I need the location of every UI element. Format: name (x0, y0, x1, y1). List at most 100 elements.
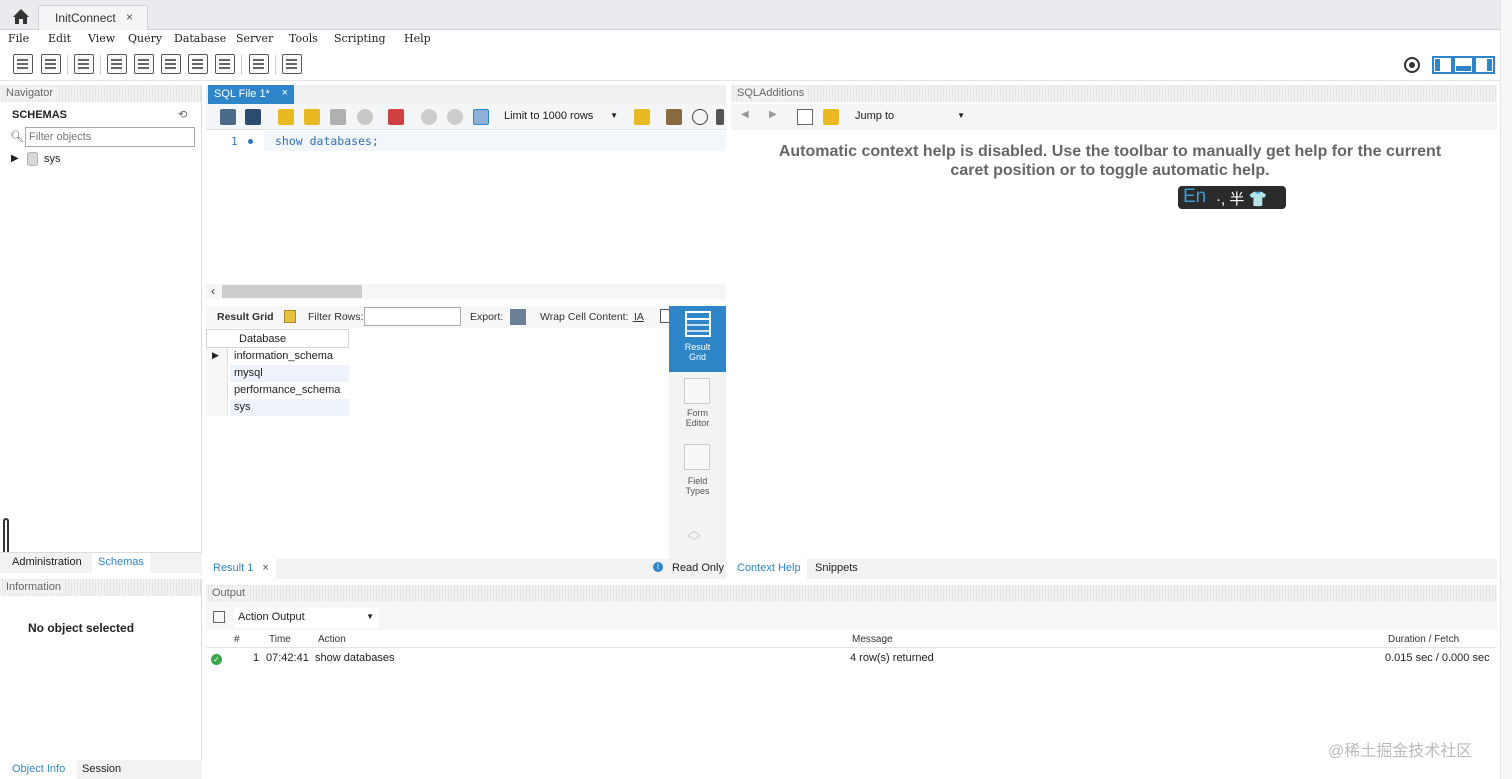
close-icon[interactable]: × (262, 562, 268, 574)
sql-editor[interactable]: 1 show databases; (206, 130, 726, 285)
table-row[interactable]: ▶ information_schema (206, 348, 349, 365)
menu-scripting[interactable]: Scripting (334, 32, 386, 45)
form-editor-button[interactable]: Form Editor (669, 408, 726, 428)
sql-code[interactable]: show databases; (275, 134, 379, 148)
refresh-icon[interactable]: ⟲ (178, 108, 187, 121)
result-side-panel: Result Grid Form Editor Field Types ︿ ﹀ (669, 306, 726, 560)
main-toolbar (0, 49, 1512, 81)
scroll-arrows-icon[interactable]: ︿ ﹀ (687, 523, 701, 549)
scroll-left-icon[interactable]: ‹ (211, 284, 215, 298)
tab-object-info[interactable]: Object Info (0, 760, 78, 779)
no-object-message: No object selected (28, 621, 135, 635)
column-header[interactable]: Time (269, 634, 291, 645)
create-view-icon[interactable] (161, 54, 181, 74)
beautify-icon[interactable] (666, 109, 682, 125)
menu-file[interactable]: File (8, 32, 29, 45)
bookmark-star-icon[interactable] (634, 109, 650, 125)
create-table-icon[interactable] (134, 54, 154, 74)
stop-icon[interactable] (357, 109, 373, 125)
sqladditions-tabs: Context Help Snippets (731, 559, 1497, 579)
execute-icon[interactable] (278, 109, 294, 125)
save-icon[interactable] (245, 109, 261, 125)
filter-objects-input[interactable] (25, 127, 195, 147)
inspector-icon[interactable] (74, 54, 94, 74)
tab-snippets[interactable]: Snippets (815, 562, 858, 574)
menu-server[interactable]: Server (236, 32, 273, 45)
export-icon[interactable] (510, 309, 526, 325)
ime-options[interactable]: ·, 半 👕 (1216, 188, 1267, 209)
horizontal-scrollbar[interactable]: ‹ (206, 284, 726, 299)
form-editor-icon[interactable] (684, 378, 710, 404)
manual-help-icon[interactable] (797, 109, 813, 125)
rollback-icon[interactable] (447, 109, 463, 125)
table-row[interactable]: performance_schema (206, 382, 349, 399)
create-function-icon[interactable] (215, 54, 235, 74)
jump-to-select[interactable]: Jump to ▼ (851, 108, 969, 126)
explain-icon[interactable] (330, 109, 346, 125)
table-cell[interactable]: information_schema (230, 348, 349, 365)
back-arrow-icon[interactable]: ◀ (741, 109, 749, 120)
menu-edit[interactable]: Edit (48, 32, 71, 45)
table-row[interactable]: sys (206, 399, 349, 416)
create-procedure-icon[interactable] (188, 54, 208, 74)
table-cell[interactable]: performance_schema (230, 382, 349, 399)
table-cell[interactable]: sys (230, 399, 349, 416)
tab-result-1[interactable]: Result 1 × (206, 559, 276, 579)
menu-tools[interactable]: Tools (289, 32, 318, 45)
menu-help[interactable]: Help (404, 32, 431, 45)
window-scrollbar[interactable] (1500, 0, 1512, 779)
reconnect-icon[interactable] (282, 54, 302, 74)
copy-icon[interactable] (213, 611, 225, 623)
find-icon[interactable] (692, 109, 708, 125)
column-header-database[interactable]: Database (206, 329, 349, 348)
search-table-data-icon[interactable] (249, 54, 269, 74)
settings-gear-icon[interactable] (1402, 55, 1422, 75)
invisible-chars-icon[interactable] (716, 109, 724, 125)
grid-icon[interactable] (284, 310, 296, 323)
output-toolbar (206, 603, 1497, 630)
home-button[interactable] (6, 4, 36, 28)
open-sql-script-icon[interactable] (41, 54, 61, 74)
close-icon[interactable]: × (282, 87, 288, 99)
expand-arrow-icon[interactable]: ▶ (11, 153, 19, 164)
output-header-label: Output (212, 587, 250, 599)
panel-layout-icons[interactable] (1432, 55, 1496, 75)
column-header[interactable]: Message (852, 634, 893, 645)
field-types-button[interactable]: Field Types (669, 476, 726, 496)
connection-tab[interactable]: InitConnect × (38, 5, 148, 30)
scrollbar-thumb[interactable] (222, 285, 362, 298)
auto-help-icon[interactable] (823, 109, 839, 125)
menu-query[interactable]: Query (128, 32, 162, 45)
filter-rows-input[interactable] (364, 307, 461, 326)
schema-tree-item[interactable]: ▶ sys (11, 152, 191, 168)
column-header[interactable]: Action (318, 634, 346, 645)
table-cell[interactable]: mysql (230, 365, 349, 382)
error-stop-icon[interactable] (388, 109, 404, 125)
close-icon[interactable]: × (126, 10, 133, 24)
field-types-icon[interactable] (684, 444, 710, 470)
menu-view[interactable]: View (88, 32, 115, 45)
tab-session[interactable]: Session (82, 763, 121, 775)
result-grid-button[interactable]: Result Grid (669, 306, 726, 372)
column-header[interactable]: Duration / Fetch (1388, 634, 1459, 645)
table-row[interactable]: mysql (206, 365, 349, 382)
tab-administration[interactable]: Administration (12, 556, 82, 568)
forward-arrow-icon[interactable]: ▶ (769, 109, 777, 120)
open-file-icon[interactable] (220, 109, 236, 125)
ime-language[interactable]: En (1183, 186, 1206, 208)
sql-file-tab[interactable]: SQL File 1* × (208, 85, 294, 104)
commit-icon[interactable] (421, 109, 437, 125)
autocommit-icon[interactable] (473, 109, 489, 125)
column-header[interactable]: # (234, 634, 240, 645)
search-icon: 🔍︎ (10, 131, 24, 143)
ime-toolbar[interactable]: En ·, 半 👕 (1178, 186, 1286, 209)
wrap-cell-icon[interactable]: I̲A (634, 311, 644, 323)
output-type-select[interactable]: Action Output ▼ (234, 608, 378, 628)
execute-current-icon[interactable] (304, 109, 320, 125)
tab-schemas[interactable]: Schemas (92, 553, 150, 573)
menu-database[interactable]: Database (174, 32, 226, 45)
new-sql-tab-icon[interactable] (13, 54, 33, 74)
tab-context-help[interactable]: Context Help (731, 559, 807, 579)
limit-rows-select[interactable]: Limit to 1000 rows ▼ (500, 108, 622, 126)
create-schema-icon[interactable] (107, 54, 127, 74)
